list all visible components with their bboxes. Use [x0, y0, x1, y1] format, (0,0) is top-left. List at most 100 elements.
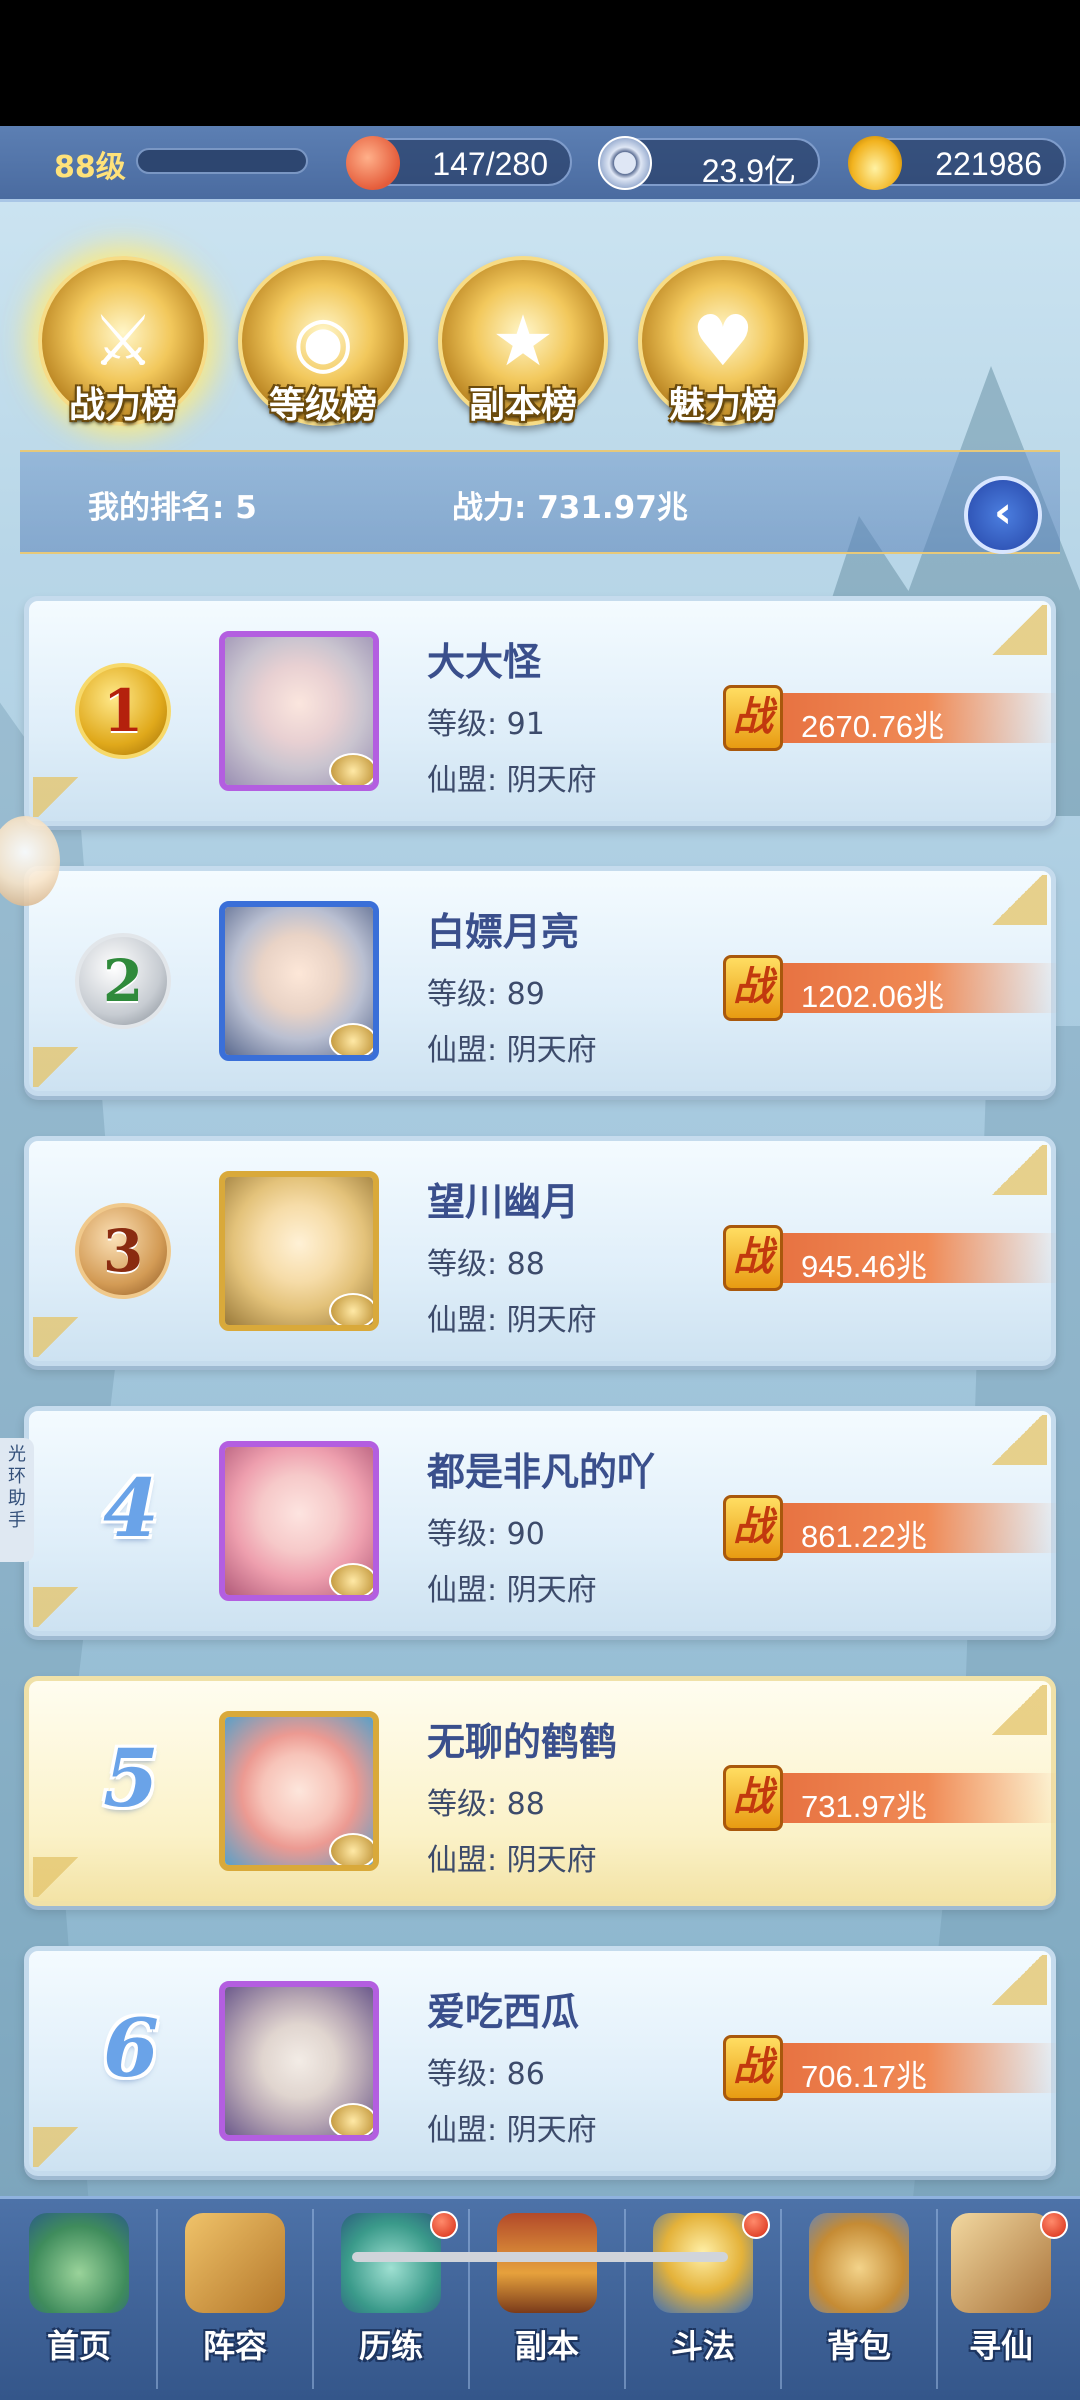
card-corner-ornament	[987, 1145, 1047, 1195]
ranking-card-self[interactable]: 5 无聊的鹤鹤 等级: 88 仙盟: 阴天府 战 731.97兆	[24, 1676, 1059, 1906]
card-corner-ornament	[987, 1685, 1047, 1735]
rank-number: 5	[103, 1731, 159, 1825]
tab-dungeon[interactable]: ★ 副本榜	[428, 256, 618, 426]
avatar[interactable]	[219, 631, 379, 791]
player-guild: 仙盟: 阴天府	[427, 1303, 597, 1338]
nav-lineup[interactable]: 阵容	[158, 2199, 312, 2400]
home-icon	[29, 2213, 129, 2313]
card-corner-ornament	[987, 1955, 1047, 2005]
player-name: 大大怪	[427, 640, 542, 684]
home-indicator[interactable]	[352, 2252, 728, 2262]
resource-bar: 88级 147/280 23.9亿 221986	[0, 126, 1080, 202]
power-value: 731.97兆	[801, 1789, 927, 1824]
power-badge-icon: 战	[723, 2035, 783, 2101]
vip-badge-icon	[329, 753, 373, 785]
back-arrow-icon: ‹	[993, 487, 1013, 538]
tab-charm[interactable]: ♥ 魅力榜	[628, 256, 818, 426]
rank-number: 6	[103, 2001, 159, 2095]
player-level: 等级: 88	[427, 1787, 545, 1822]
ranking-card[interactable]: 1 大大怪 等级: 91 仙盟: 阴天府 战 2670.76兆	[24, 596, 1059, 826]
avatar[interactable]	[219, 1981, 379, 2141]
tab-label: 战力榜	[68, 385, 177, 426]
silver-counter[interactable]: 23.9亿	[598, 136, 820, 190]
nav-battle[interactable]: 斗法	[626, 2199, 780, 2400]
bottom-nav: 首页 阵容 历练 副本 斗法 背包 寻仙	[0, 2196, 1080, 2400]
player-guild: 仙盟: 阴天府	[427, 1573, 597, 1608]
notification-dot	[430, 2211, 458, 2239]
player-name: 都是非凡的吖	[427, 1450, 656, 1494]
power-value: 945.46兆	[801, 1249, 927, 1284]
vip-badge-icon	[329, 1023, 373, 1055]
nav-label: 背包	[826, 2327, 891, 2365]
ranking-card[interactable]: 6 爱吃西瓜 等级: 86 仙盟: 阴天府 战 706.17兆	[24, 1946, 1059, 2176]
card-corner-ornament	[33, 1317, 83, 1357]
rank-number: 4	[103, 1461, 159, 1555]
stamina-value: 147/280	[432, 146, 548, 182]
player-guild: 仙盟: 阴天府	[427, 2113, 597, 2148]
my-rank-text: 我的排名: 5	[88, 490, 257, 526]
card-corner-ornament	[33, 1047, 83, 1087]
power-badge-icon: 战	[723, 1225, 783, 1291]
power-value: 861.22兆	[801, 1519, 927, 1554]
vip-badge-icon	[329, 1563, 373, 1595]
avatar[interactable]	[219, 901, 379, 1061]
card-corner-ornament	[33, 1857, 83, 1897]
helper-tab[interactable]: 光环助手	[0, 1438, 34, 1562]
scroll-icon	[951, 2213, 1051, 2313]
player-guild: 仙盟: 阴天府	[427, 1843, 597, 1878]
gourd-icon	[341, 2213, 441, 2313]
power-value: 1202.06兆	[801, 979, 945, 1014]
player-name: 无聊的鹤鹤	[427, 1720, 618, 1764]
ranking-card[interactable]: 3 望川幽月 等级: 88 仙盟: 阴天府 战 945.46兆	[24, 1136, 1059, 1366]
nav-bag[interactable]: 背包	[782, 2199, 936, 2400]
card-corner-ornament	[33, 777, 83, 817]
back-button[interactable]: ‹	[964, 476, 1042, 554]
peach-icon	[346, 136, 400, 190]
tab-power[interactable]: ⚔ 战力榜	[28, 256, 218, 426]
power-bar: 战 945.46兆	[723, 1225, 1059, 1291]
nav-label: 历练	[358, 2327, 423, 2365]
status-bar-area	[0, 0, 1080, 126]
player-level: 等级: 89	[427, 977, 545, 1012]
silver-value: 23.9亿	[701, 153, 796, 189]
vip-badge-icon	[329, 1833, 373, 1865]
card-corner-ornament	[987, 605, 1047, 655]
player-level: 等级: 90	[427, 1517, 545, 1552]
gold-value: 221986	[935, 146, 1042, 182]
power-badge-icon: 战	[723, 1765, 783, 1831]
battle-icon	[653, 2213, 753, 2313]
nav-training[interactable]: 历练	[314, 2199, 468, 2400]
power-value: 2670.76兆	[801, 709, 945, 744]
player-name: 望川幽月	[427, 1180, 580, 1224]
power-badge-icon: 战	[723, 685, 783, 751]
power-bar: 战 706.17兆	[723, 2035, 1059, 2101]
player-level: 88级	[54, 150, 126, 185]
avatar[interactable]	[219, 1171, 379, 1331]
player-level: 等级: 91	[427, 707, 545, 742]
player-name: 白嫖月亮	[427, 910, 580, 954]
nav-label: 斗法	[670, 2327, 735, 2365]
xp-bar	[136, 148, 308, 174]
nav-seek[interactable]: 寻仙	[924, 2199, 1078, 2400]
nav-label: 首页	[46, 2327, 111, 2365]
stamina-counter[interactable]: 147/280	[346, 136, 572, 190]
nav-label: 副本	[514, 2327, 579, 2365]
ranking-card[interactable]: 2 白嫖月亮 等级: 89 仙盟: 阴天府 战 1202.06兆	[24, 866, 1059, 1096]
tab-level[interactable]: ◉ 等级榜	[228, 256, 418, 426]
avatar[interactable]	[219, 1711, 379, 1871]
nav-dungeon[interactable]: 副本	[470, 2199, 624, 2400]
card-corner-ornament	[987, 1415, 1047, 1465]
coin-icon	[598, 136, 652, 190]
ranking-card[interactable]: 4 都是非凡的吖 等级: 90 仙盟: 阴天府 战 861.22兆	[24, 1406, 1059, 1636]
gate-icon	[497, 2213, 597, 2313]
card-corner-ornament	[33, 2127, 83, 2167]
vip-badge-icon	[329, 2103, 373, 2135]
power-bar: 战 1202.06兆	[723, 955, 1059, 1021]
gold-counter[interactable]: 221986	[848, 136, 1066, 190]
tab-label: 等级榜	[268, 385, 377, 426]
avatar[interactable]	[219, 1441, 379, 1601]
power-value: 706.17兆	[801, 2059, 927, 2094]
nav-home[interactable]: 首页	[2, 2199, 156, 2400]
rank-2-medal-icon: 2	[75, 933, 171, 1029]
nav-label: 寻仙	[968, 2327, 1033, 2365]
